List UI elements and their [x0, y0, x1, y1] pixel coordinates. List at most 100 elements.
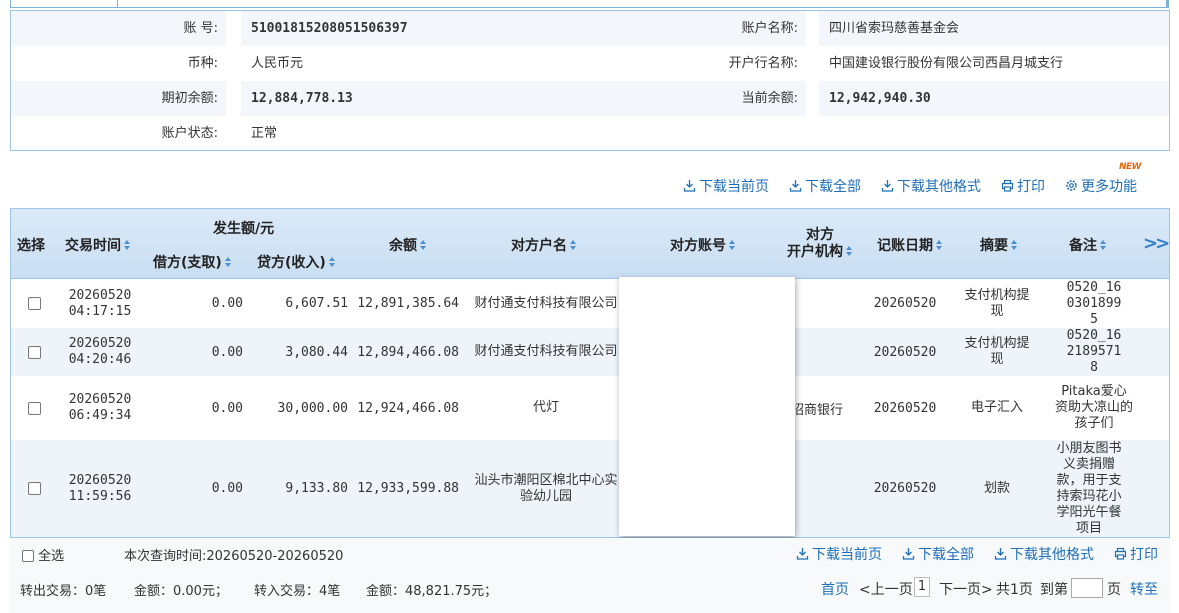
- col-summary[interactable]: 摘要: [980, 235, 1018, 255]
- prev-page-link[interactable]: <上一页: [859, 579, 913, 599]
- redaction-mask: [619, 277, 795, 536]
- row-summary: 支付机构提现: [959, 279, 1035, 328]
- row-checkbox[interactable]: [27, 279, 41, 328]
- opening-balance-value: 12,884,778.13: [241, 81, 591, 116]
- row-remark: 小朋友图书义卖捐赠款，用于支持索玛花小学阳光午餐项目: [1051, 440, 1127, 537]
- current-page-number: 1: [914, 577, 930, 597]
- download-icon: [902, 548, 915, 560]
- download-all-button[interactable]: 下载全部: [789, 176, 861, 198]
- col-remark-label: 备注: [1069, 238, 1097, 254]
- select-all[interactable]: 全选: [22, 545, 64, 564]
- footer-print-button[interactable]: 打印: [1114, 544, 1158, 564]
- download-icon: [683, 180, 696, 192]
- sort-icon: [225, 257, 232, 268]
- next-page-link[interactable]: 下一页>: [939, 579, 993, 599]
- info-row-account: 账 号: 51001815208051506397 账户名称: 四川省索玛慈善基…: [11, 11, 1169, 46]
- col-balance[interactable]: 余额: [389, 235, 427, 255]
- col-counterparty-bank[interactable]: 对方 开户机构: [787, 227, 853, 261]
- table-row: 20260520 11:59:56 0.00 9,133.80 12,933,59…: [11, 440, 1169, 537]
- row-summary-text: 支付机构提现: [964, 336, 1030, 367]
- row-checkbox[interactable]: [27, 440, 41, 537]
- col-debit[interactable]: 借方(支取): [153, 252, 232, 272]
- row-summary: 划款: [959, 440, 1035, 537]
- row-balance: 12,924,466.08: [357, 400, 459, 416]
- col-time[interactable]: 交易时间: [65, 235, 131, 255]
- col-amount-group: 发生额/元: [213, 221, 275, 237]
- download-page-label: 下载当前页: [699, 179, 769, 195]
- goto-label: 到第: [1040, 582, 1068, 598]
- account-status-label: 账户状态:: [161, 126, 218, 141]
- table-footer-summary: 转出交易：0笔 金额：0.00元； 转入交易：4笔 金额：48,821.75元；…: [10, 568, 1170, 613]
- footer-download-page-button[interactable]: 下载当前页: [796, 544, 882, 564]
- row-clock: 06:49:34: [68, 408, 132, 423]
- footer-download-all-button[interactable]: 下载全部: [902, 544, 974, 564]
- in-transactions: 转入交易：4笔: [254, 584, 341, 599]
- row-counterparty-name-text: 财付通支付科技有限公司: [474, 344, 618, 359]
- select-all-label: 全选: [38, 549, 65, 564]
- row-balance: 12,933,599.88: [357, 481, 459, 496]
- select-all-checkbox[interactable]: [22, 550, 34, 562]
- print-button[interactable]: 打印: [1001, 176, 1045, 198]
- account-number-label: 账 号:: [11, 11, 226, 46]
- col-counterparty-name[interactable]: 对方户名: [511, 235, 577, 255]
- sort-icon: [570, 240, 577, 251]
- printer-icon: [1001, 179, 1014, 192]
- current-page: 1: [914, 577, 930, 597]
- more-columns-button[interactable]: >>: [1143, 233, 1169, 254]
- sort-icon: [936, 240, 943, 251]
- col-post-date[interactable]: 记账日期: [877, 235, 943, 255]
- row-checkbox[interactable]: [27, 376, 41, 440]
- goto-page-input[interactable]: [1071, 578, 1103, 598]
- download-other-button[interactable]: 下载其他格式: [881, 176, 981, 198]
- tab-strip: [0, 0, 1179, 8]
- row-credit: 3,080.44: [285, 344, 348, 360]
- row-balance: 12,891,385.64: [357, 296, 459, 311]
- row-time: 20260520 11:59:56: [61, 440, 139, 537]
- in-amount: 金额：48,821.75元；: [366, 584, 498, 599]
- checkbox-box[interactable]: [27, 345, 41, 359]
- page-unit-label: 页: [1107, 582, 1121, 598]
- goto-page-field[interactable]: [1071, 578, 1103, 598]
- col-summary-label: 摘要: [980, 238, 1008, 254]
- row-post-date: 20260520: [873, 344, 937, 360]
- info-row-currency: 币种: 人民币元 开户行名称: 中国建设银行股份有限公司西昌月城支行: [11, 46, 1169, 81]
- info-row-balance: 期初余额: 12,884,778.13 当前余额: 12,942,940.30: [11, 81, 1169, 116]
- more-functions-button[interactable]: 更多功能: [1065, 176, 1137, 198]
- account-name-value: 四川省索玛慈善基金会: [819, 11, 1169, 46]
- row-counterparty-name-text: 代灯: [532, 400, 559, 415]
- col-remark[interactable]: 备注: [1069, 235, 1107, 255]
- more-functions-label: 更多功能: [1081, 179, 1137, 195]
- download-icon: [994, 548, 1007, 560]
- print-label: 打印: [1017, 179, 1045, 195]
- row-counterparty-name: 汕头市潮阳区棉北中心实验幼儿园: [473, 440, 619, 537]
- row-remark-text: 小朋友图书义卖捐赠款，用于支持索玛花小学阳光午餐项目: [1056, 440, 1122, 536]
- table-footer-actions: 全选 本次查询时间:20260520-20260520 下载当前页 下载全部 下…: [10, 538, 1170, 568]
- query-time: 本次查询时间:20260520-20260520: [124, 549, 344, 564]
- first-page-link[interactable]: 首页: [821, 579, 849, 599]
- col-credit-label: 贷方(收入): [257, 255, 326, 271]
- row-counterparty-name: 财付通支付科技有限公司: [473, 279, 619, 328]
- checkbox-box[interactable]: [27, 401, 41, 415]
- account-info-panel: 账 号: 51001815208051506397 账户名称: 四川省索玛慈善基…: [10, 10, 1170, 151]
- col-post-date-label: 记账日期: [877, 238, 933, 254]
- sort-icon: [846, 246, 853, 257]
- goto-button[interactable]: 转至: [1130, 579, 1158, 599]
- footer-download-other-label: 下载其他格式: [1010, 547, 1094, 563]
- row-counterparty-name: 代灯: [473, 376, 619, 440]
- row-counterparty-name-text: 汕头市潮阳区棉北中心实验幼儿园: [474, 472, 618, 504]
- col-credit[interactable]: 贷方(收入): [257, 252, 336, 272]
- row-remark-text: 0520_1603018995: [1066, 279, 1122, 327]
- col-time-label: 交易时间: [65, 238, 121, 254]
- info-row-status: 账户状态: 正常: [11, 116, 1169, 151]
- download-page-button[interactable]: 下载当前页: [683, 176, 769, 198]
- checkbox-box[interactable]: [27, 297, 41, 310]
- tab-active[interactable]: [10, 0, 118, 8]
- footer-download-page-label: 下载当前页: [812, 547, 882, 563]
- sort-icon: [329, 257, 336, 268]
- row-checkbox[interactable]: [27, 328, 41, 376]
- row-counterparty-name-text: 财付通支付科技有限公司: [474, 295, 618, 311]
- footer-download-other-button[interactable]: 下载其他格式: [994, 544, 1094, 564]
- checkbox-box[interactable]: [27, 482, 41, 495]
- new-badge: NEW: [1119, 162, 1142, 172]
- col-counterparty-account[interactable]: 对方账号: [670, 235, 736, 255]
